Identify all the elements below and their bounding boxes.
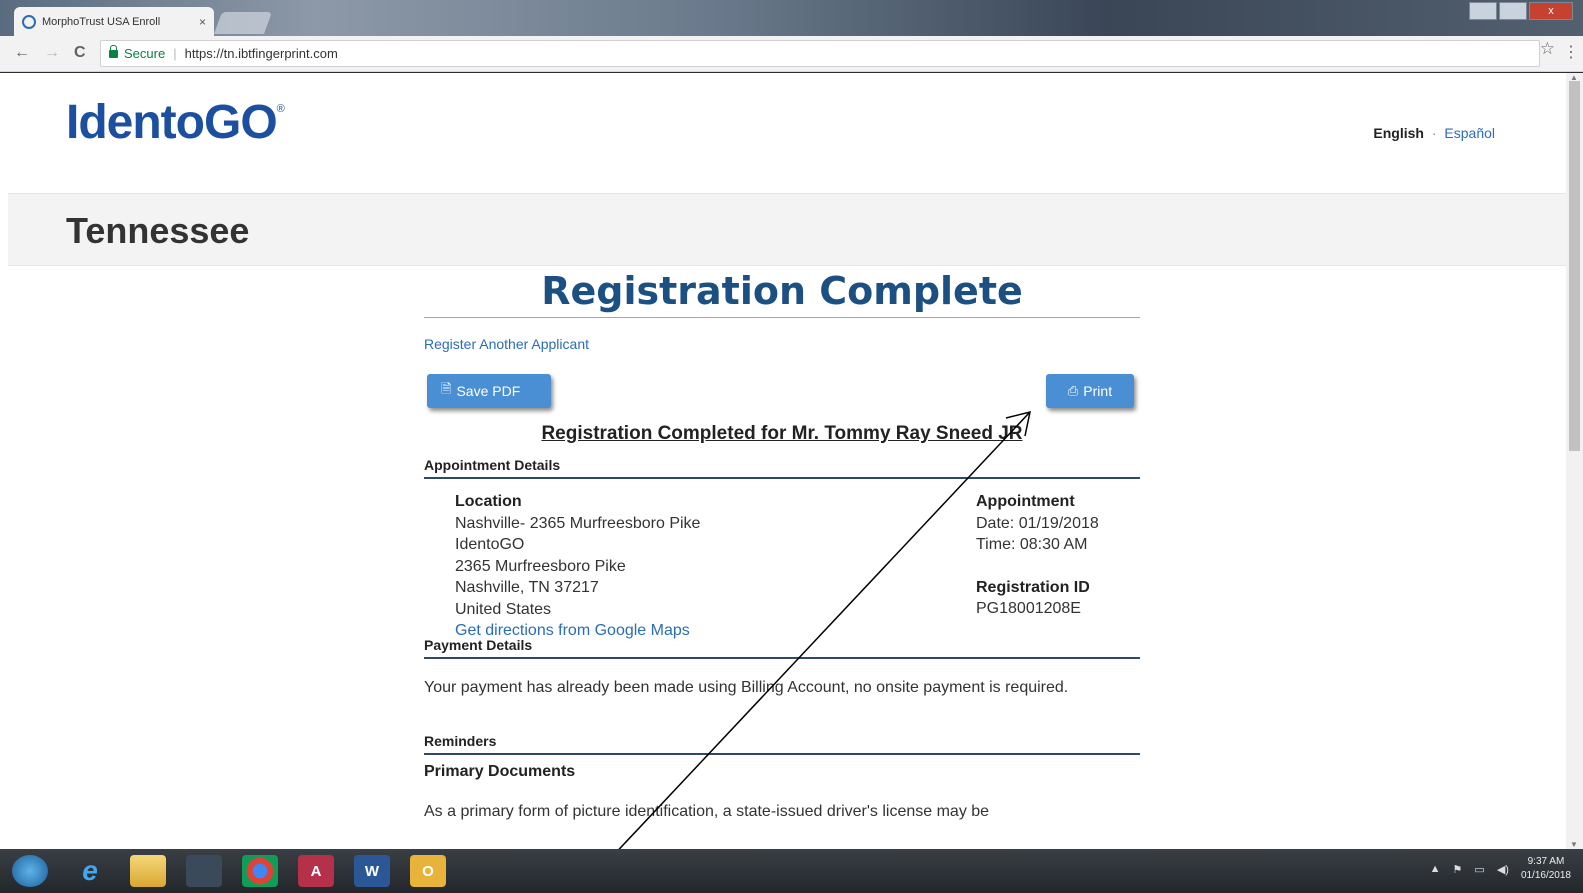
globe-icon (22, 14, 36, 29)
forward-arrow-icon[interactable]: → (44, 44, 60, 62)
show-hidden-icons-icon[interactable]: ▲ (1430, 863, 1441, 875)
internet-explorer-icon[interactable]: e (72, 855, 108, 887)
appointment-block: Appointment Date: 01/19/2018 Time: 08:30… (976, 491, 1099, 620)
state-band: Tennessee (8, 193, 1568, 266)
logo-text: IdentoGO (66, 96, 278, 149)
registration-id-value: PG18001208E (976, 600, 1081, 617)
system-tray: ▲ ⚑ ▭ ◀) 9:37 AM 01/16/2018 (1430, 855, 1571, 883)
clock-date: 01/16/2018 (1520, 870, 1571, 881)
bookmark-star-icon[interactable]: ☆ (1540, 39, 1555, 59)
file-explorer-icon[interactable] (130, 855, 166, 887)
primary-documents-text: As a primary form of picture identificat… (424, 803, 990, 820)
action-buttons: 🗎 Save PDF ⎙ Print (424, 374, 1140, 412)
tab-close-icon[interactable]: × (199, 15, 206, 29)
location-line: 2365 Murfreesboro Pike (455, 557, 626, 575)
reload-icon[interactable]: C (74, 44, 86, 62)
vertical-scrollbar[interactable]: ▲ ▼ (1566, 73, 1583, 849)
start-button[interactable] (12, 855, 48, 887)
printer-icon: ⎙ (1067, 383, 1079, 398)
tab-title: MorphoTrust USA Enroll (42, 15, 161, 28)
outlook-icon[interactable]: O (410, 855, 446, 887)
primary-documents-heading: Primary Documents (424, 763, 576, 780)
lang-spanish[interactable]: Español (1444, 125, 1495, 141)
scrollbar-thumb[interactable] (1569, 81, 1580, 451)
clock-time: 9:37 AM (1527, 856, 1565, 867)
word-icon[interactable]: W (354, 855, 390, 887)
browser-menu-icon[interactable]: ⋮ (1563, 42, 1579, 62)
action-center-flag-icon[interactable]: ⚑ (1453, 863, 1463, 876)
main-content: Registration Complete Register Another A… (424, 269, 1140, 821)
identogo-logo[interactable]: IdentoGO® (66, 95, 285, 150)
minimize-button[interactable] (1469, 2, 1497, 20)
scroll-down-arrow-icon[interactable]: ▼ (1570, 840, 1578, 849)
registration-id-heading: Registration ID (976, 578, 1090, 596)
new-tab-button[interactable] (213, 12, 273, 34)
back-arrow-icon[interactable]: ← (14, 44, 30, 62)
location-block: Location Nashville- 2365 Murfreesboro Pi… (455, 491, 700, 642)
screen: MorphoTrust USA Enroll × x ← → C Secure … (0, 0, 1583, 893)
browser-toolbar: ← → C Secure | https://tn.ibtfingerprint… (0, 36, 1583, 72)
browser-titlebar: MorphoTrust USA Enroll × x (0, 0, 1583, 36)
address-separator: | (173, 46, 177, 61)
volume-icon[interactable]: ◀) (1497, 863, 1509, 876)
address-bar[interactable]: Secure | https://tn.ibtfingerprint.com (100, 40, 1540, 67)
completed-for-heading: Registration Completed for Mr. Tommy Ray… (541, 423, 1023, 444)
url-text[interactable]: https://tn.ibtfingerprint.com (185, 46, 338, 61)
save-pdf-label: Save PDF (456, 383, 521, 399)
taskbar-clock[interactable]: 9:37 AM 01/16/2018 (1521, 855, 1571, 883)
appointment-date: Date: 01/19/2018 (976, 514, 1099, 532)
location-line: IdentoGO (455, 536, 525, 553)
window-close-button[interactable]: x (1529, 2, 1573, 20)
window-controls: x (1469, 2, 1573, 20)
location-heading: Location (455, 493, 522, 510)
pdf-file-icon: 🗎 (441, 381, 452, 396)
language-switcher: English · Español (1373, 125, 1495, 141)
location-line: Nashville, TN 37217 (455, 579, 599, 596)
lock-icon (109, 44, 118, 58)
google-maps-directions-link[interactable]: Get directions from Google Maps (455, 622, 690, 639)
print-label: Print (1083, 383, 1113, 399)
appointment-details: Location Nashville- 2365 Murfreesboro Pi… (424, 479, 1140, 639)
registered-mark: ® (276, 103, 285, 115)
register-another-link[interactable]: Register Another Applicant (424, 336, 1140, 352)
appointment-heading: Appointment (976, 493, 1075, 510)
browser-tab[interactable]: MorphoTrust USA Enroll × (14, 7, 214, 36)
page-viewport: IdentoGO® English · Español Tennessee Re… (0, 73, 1583, 849)
lang-english[interactable]: English (1373, 125, 1424, 141)
state-title: Tennessee (66, 210, 250, 251)
location-line: Nashville- 2365 Murfreesboro Pike (455, 514, 701, 532)
maximize-button[interactable] (1499, 2, 1527, 20)
payment-text: Your payment has already been made using… (424, 679, 1069, 696)
media-player-icon[interactable] (186, 855, 222, 887)
lang-separator: · (1431, 125, 1437, 141)
appointment-time: Time: 08:30 AM (976, 536, 1088, 553)
chrome-icon[interactable] (242, 855, 278, 887)
save-pdf-button[interactable]: 🗎 Save PDF (427, 374, 551, 408)
location-line: United States (455, 600, 552, 618)
network-icon[interactable]: ▭ (1474, 863, 1484, 876)
windows-taskbar: e A W O ▲ ⚑ ▭ ◀) 9:37 AM 01/16/2018 (0, 849, 1583, 893)
access-icon[interactable]: A (298, 855, 334, 887)
print-button[interactable]: ⎙ Print (1046, 374, 1134, 408)
reminders-heading: Reminders (424, 733, 1140, 755)
appointment-details-heading: Appointment Details (424, 457, 1140, 479)
secure-label: Secure (124, 46, 166, 61)
page-title: Registration Complete (424, 269, 1140, 318)
